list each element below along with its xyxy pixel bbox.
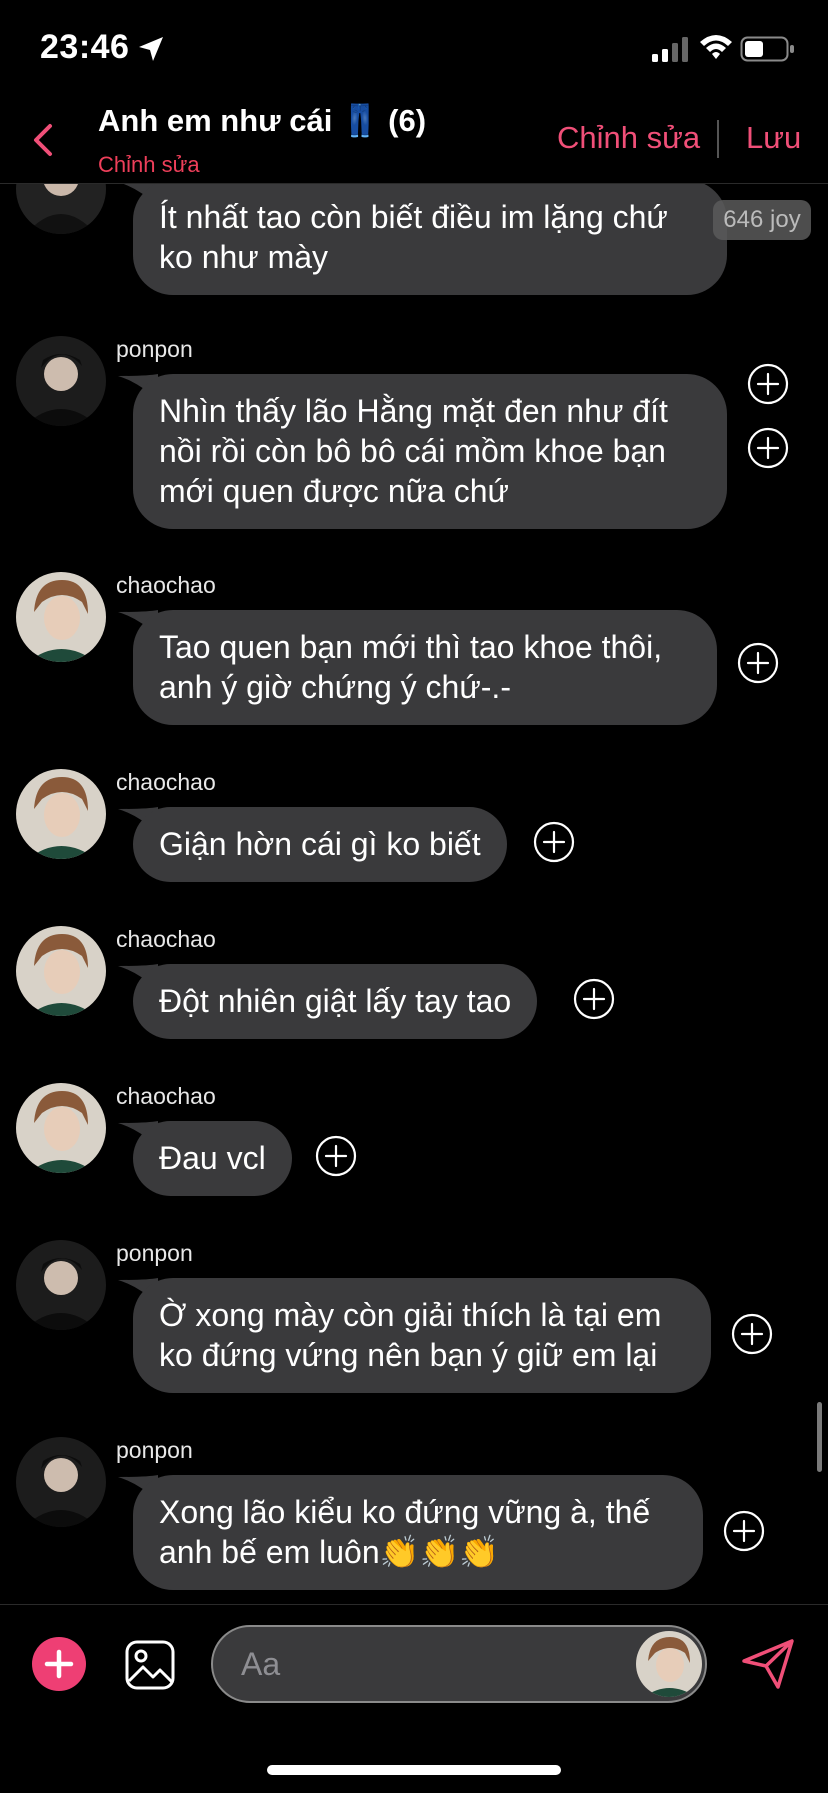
react-plus-icon[interactable] [730,1312,774,1356]
message-bubble[interactable]: Xong lão kiểu ko đứng vững à, thế anh bế… [133,1475,703,1590]
react-plus-icon[interactable] [314,1134,358,1178]
input-avatar[interactable] [636,1631,702,1697]
chat-subtitle[interactable]: Chỉnh sửa [98,152,200,178]
react-plus-icon[interactable] [746,426,790,470]
avatar-ponpon[interactable] [16,1240,106,1330]
react-plus-icon[interactable] [746,362,790,406]
message-list[interactable]: Ít nhất tao còn biết điều im lặng chứ ko… [0,184,828,1604]
sender-name: chaochao [116,769,216,795]
battery-icon [740,36,794,62]
status-bar: 23:46 [0,0,828,100]
message-bubble[interactable]: Ít nhất tao còn biết điều im lặng chứ ko… [133,184,727,295]
react-plus-icon[interactable] [532,820,576,864]
joy-badge: 646 joy [713,200,811,240]
image-icon[interactable] [124,1639,176,1691]
message-bubble[interactable]: Đột nhiên giật lấy tay tao [133,964,538,1039]
react-plus-icon[interactable] [572,977,616,1021]
save-button[interactable]: Lưu [746,120,801,156]
edit-button[interactable]: Chỉnh sửa [557,120,700,156]
header-divider [717,120,719,158]
chat-header: Anh em như cái 👖 (6) Chỉnh sửa Chỉnh sửa… [0,100,828,184]
sender-name: ponpon [116,1437,193,1463]
avatar-chaochao[interactable] [16,1083,106,1173]
avatar-ponpon[interactable] [16,1437,106,1527]
sender-name: chaochao [116,572,216,598]
status-time: 23:46 [40,28,130,66]
message-bubble[interactable]: Ờ xong mày còn giải thích là tại em ko đ… [133,1278,711,1393]
avatar-chaochao[interactable] [16,769,106,859]
avatar-ponpon[interactable] [16,184,106,234]
location-arrow-icon [139,37,163,61]
scroll-indicator[interactable] [817,1402,822,1472]
chevron-left-icon[interactable] [26,120,62,160]
cellular-signal-icon [652,37,688,62]
wifi-icon [700,35,732,59]
chat-title: Anh em như cái 👖 (6) [98,103,427,138]
sender-name: ponpon [116,336,193,362]
message-bubble[interactable]: Tao quen bạn mới thì tao khoe thôi, anh … [133,610,717,725]
add-button[interactable] [32,1637,86,1691]
avatar-chaochao[interactable] [16,926,106,1016]
plus-icon [44,1649,74,1679]
react-plus-icon[interactable] [722,1509,766,1553]
sender-name: chaochao [116,1083,216,1109]
message-input[interactable] [211,1625,707,1703]
composer-bar [0,1604,828,1793]
avatar-chaochao[interactable] [16,572,106,662]
send-icon[interactable] [738,1633,798,1693]
home-indicator [267,1765,561,1775]
message-bubble[interactable]: Nhìn thấy lão Hằng mặt đen như đít nồi r… [133,374,727,529]
sender-name: ponpon [116,1240,193,1266]
message-bubble[interactable]: Đau vcl [133,1121,292,1196]
message-bubble[interactable]: Giận hờn cái gì ko biết [133,807,507,882]
react-plus-icon[interactable] [736,641,780,685]
sender-name: chaochao [116,926,216,952]
avatar-ponpon[interactable] [16,336,106,426]
